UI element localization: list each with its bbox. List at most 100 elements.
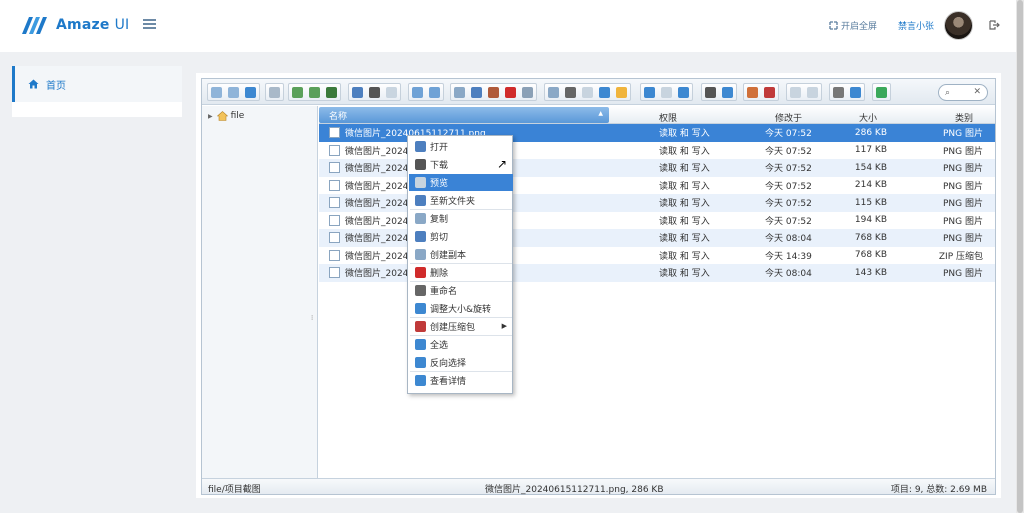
preview-button[interactable] xyxy=(702,84,719,100)
file-name: 微信图片_2024 xyxy=(345,216,409,227)
home-folder-icon xyxy=(216,111,228,121)
menu-item-to-new-folder[interactable]: 至新文件夹 xyxy=(409,192,513,209)
amaze-logo-icon xyxy=(22,17,47,34)
empty-button[interactable] xyxy=(519,84,536,100)
sidebar-item-label: 首页 xyxy=(46,80,66,92)
copy-icon xyxy=(415,213,426,224)
menu-item-rename[interactable]: 重命名 xyxy=(409,282,513,299)
toolbar-group-home xyxy=(265,83,284,101)
tree-node-file[interactable]: ▶ file xyxy=(208,111,244,121)
file-size: 143 KB xyxy=(854,267,887,278)
avatar[interactable] xyxy=(944,11,973,40)
app-logo[interactable]: Amaze UI xyxy=(20,14,129,36)
tree-node-label: file xyxy=(230,111,245,121)
sidebar: 首页 xyxy=(12,66,182,117)
toolbar-group-view xyxy=(701,83,737,101)
paste-button[interactable] xyxy=(485,84,502,100)
menu-item-duplicate[interactable]: 创建副本 xyxy=(409,246,513,263)
menu-item-open[interactable]: 打开 xyxy=(409,138,513,155)
menu-item-info[interactable]: 查看详情 xyxy=(409,372,513,389)
menu-item-invert-selection[interactable]: 反向选择 xyxy=(409,354,513,371)
column-kind[interactable]: 类别 xyxy=(955,111,973,124)
extract-button[interactable] xyxy=(613,84,630,100)
file-name: 微信图片_2024 xyxy=(345,181,409,192)
file-name: 微信图片_2024 xyxy=(345,199,409,210)
fm-fullscreen-button[interactable] xyxy=(873,84,890,100)
duplicate-button[interactable] xyxy=(545,84,562,100)
redo-button[interactable] xyxy=(426,84,443,100)
username[interactable]: 禁言小张 xyxy=(898,19,934,32)
open-icon xyxy=(415,141,426,152)
menu-item-resize[interactable]: 调整大小&旋转 xyxy=(409,300,513,317)
selectall-button[interactable] xyxy=(641,84,658,100)
open-button[interactable] xyxy=(349,84,366,100)
menu-item-preview[interactable]: 预览 xyxy=(409,174,513,191)
fullscreen-label: 开启全屏 xyxy=(841,22,878,32)
file-kind: PNG 图片 xyxy=(943,216,983,227)
clear-icon[interactable]: ✕ xyxy=(973,87,981,97)
view-button[interactable] xyxy=(787,84,804,100)
upload-button[interactable] xyxy=(323,84,340,100)
delete-button[interactable] xyxy=(502,84,519,100)
menu-item-select-all[interactable]: 全选 xyxy=(409,336,513,353)
file-name: 微信图片_2024 xyxy=(345,269,409,280)
selectinvert-button[interactable] xyxy=(675,84,692,100)
context-menu: 打开 下载 预览 至新文件夹 复制 剪切 创建副本 删除 重命名 调整大小&旋转… xyxy=(407,135,513,394)
rename-button[interactable] xyxy=(562,84,579,100)
info-button[interactable] xyxy=(719,84,736,100)
menu-item-copy[interactable]: 复制 xyxy=(409,210,513,227)
menu-item-archive[interactable]: 创建压缩包 ▶ xyxy=(409,318,513,335)
file-perm: 读取 和 写入 xyxy=(659,181,710,192)
cut-button[interactable] xyxy=(468,84,485,100)
undo-button[interactable] xyxy=(409,84,426,100)
app-name: Amaze UI xyxy=(56,17,130,33)
expand-arrow-icon[interactable]: ▶ xyxy=(208,113,213,120)
column-name[interactable]: 名称 ▲ xyxy=(319,107,609,123)
extract-here-button[interactable] xyxy=(744,84,761,100)
file-size: 286 KB xyxy=(854,127,887,138)
mkdir-button[interactable] xyxy=(289,84,306,100)
duplicate-icon xyxy=(415,249,426,260)
selectnone-button[interactable] xyxy=(658,84,675,100)
archive-button[interactable] xyxy=(761,84,778,100)
file-icon xyxy=(329,249,340,261)
menu-item-delete[interactable]: 删除 xyxy=(409,264,513,281)
column-perm[interactable]: 权限 xyxy=(659,111,677,124)
menu-item-cut[interactable]: 剪切 xyxy=(409,228,513,245)
list-header: 名称 ▲ 权限 修改于 大小 类别 xyxy=(319,106,995,124)
toolbar-group-archive xyxy=(743,83,779,101)
edit-button[interactable] xyxy=(579,84,596,100)
mkfile-button[interactable] xyxy=(306,84,323,100)
file-kind: PNG 图片 xyxy=(943,146,983,157)
back-button[interactable] xyxy=(208,84,225,100)
resize-button[interactable] xyxy=(596,84,613,100)
sidebar-item-home[interactable]: 首页 xyxy=(12,66,182,102)
download-button[interactable] xyxy=(366,84,383,100)
page-scrollbar[interactable] xyxy=(1016,0,1024,513)
up-button[interactable] xyxy=(242,84,259,100)
status-bar: file/项目截图 微信图片_20240615112711.png, 286 K… xyxy=(202,478,995,495)
forward-button[interactable] xyxy=(225,84,242,100)
settings-button[interactable] xyxy=(830,84,847,100)
file-size: 214 KB xyxy=(854,180,887,191)
file-icon xyxy=(329,144,340,156)
fullscreen-button[interactable]: 开启全屏 xyxy=(829,19,877,32)
reload-button[interactable] xyxy=(266,84,283,100)
file-kind: PNG 图片 xyxy=(943,129,983,140)
file-kind: PNG 图片 xyxy=(943,269,983,280)
toolbar-group-open xyxy=(348,83,401,101)
menu-toggle-icon[interactable] xyxy=(143,19,156,30)
file-modified: 今天 07:52 xyxy=(765,181,812,192)
logout-icon[interactable] xyxy=(989,20,1000,30)
getfile-button[interactable] xyxy=(383,84,400,100)
column-modified[interactable]: 修改于 xyxy=(775,111,802,124)
pane-resizer[interactable]: ⁞ xyxy=(311,314,313,322)
search-input[interactable]: ⌕ ✕ xyxy=(938,84,988,101)
file-kind: PNG 图片 xyxy=(943,164,983,175)
column-size[interactable]: 大小 xyxy=(859,111,877,124)
file-perm: 读取 和 写入 xyxy=(659,251,710,262)
select-all-icon xyxy=(415,339,426,350)
copy-button[interactable] xyxy=(451,84,468,100)
sort-button[interactable] xyxy=(804,84,821,100)
help-button[interactable] xyxy=(847,84,864,100)
